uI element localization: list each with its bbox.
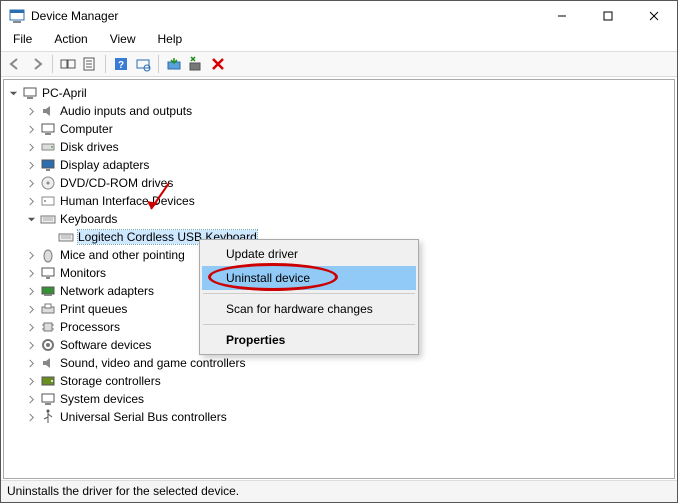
mouse-icon [40, 247, 56, 263]
titlebar: Device Manager [1, 1, 677, 31]
menu-help[interactable]: Help [154, 31, 187, 51]
chevron-right-icon[interactable] [24, 341, 38, 350]
back-button[interactable] [5, 54, 25, 74]
chevron-right-icon[interactable] [24, 377, 38, 386]
gear-icon [40, 337, 56, 353]
menu-file[interactable]: File [9, 31, 36, 51]
keyboard-icon [40, 211, 56, 227]
display-icon [40, 157, 56, 173]
disable-device-button[interactable] [208, 54, 228, 74]
close-button[interactable] [631, 1, 677, 31]
statusbar: Uninstalls the driver for the selected d… [1, 480, 677, 502]
speaker-icon [40, 355, 56, 371]
svg-text:?: ? [118, 60, 124, 71]
chevron-right-icon[interactable] [24, 107, 38, 116]
chevron-right-icon[interactable] [24, 161, 38, 170]
tree-item-sound[interactable]: Sound, video and game controllers [6, 354, 672, 372]
tree-item-audio[interactable]: Audio inputs and outputs [6, 102, 672, 120]
disk-icon [40, 139, 56, 155]
menubar: File Action View Help [1, 31, 677, 51]
forward-button[interactable] [27, 54, 47, 74]
tree-item-computer[interactable]: Computer [6, 120, 672, 138]
context-uninstall-device[interactable]: Uninstall device [202, 266, 416, 290]
menu-action[interactable]: Action [50, 31, 91, 51]
device-tree-panel: PC-April Audio inputs and outputs Comput… [3, 79, 675, 479]
context-menu: Update driver Uninstall device Scan for … [199, 239, 419, 355]
computer-icon [40, 121, 56, 137]
cpu-icon [40, 319, 56, 335]
tree-label: PC-April [42, 86, 87, 100]
computer-icon [40, 391, 56, 407]
chevron-right-icon[interactable] [24, 179, 38, 188]
network-icon [40, 283, 56, 299]
scan-hardware-button[interactable] [133, 54, 153, 74]
storage-icon [40, 373, 56, 389]
toolbar: ? [1, 51, 677, 77]
usb-icon [40, 409, 56, 425]
chevron-right-icon[interactable] [24, 305, 38, 314]
tree-item-hid[interactable]: Human Interface Devices [6, 192, 672, 210]
chevron-down-icon[interactable] [6, 89, 20, 98]
chevron-right-icon[interactable] [24, 143, 38, 152]
show-hide-tree-button[interactable] [58, 54, 78, 74]
context-update-driver[interactable]: Update driver [202, 242, 416, 266]
minimize-button[interactable] [539, 1, 585, 31]
chevron-right-icon[interactable] [24, 197, 38, 206]
menu-separator [203, 293, 415, 294]
chevron-down-icon[interactable] [24, 215, 38, 224]
app-icon [9, 8, 25, 24]
chevron-right-icon[interactable] [24, 269, 38, 278]
computer-icon [22, 85, 38, 101]
tree-item-keyboards[interactable]: Keyboards [6, 210, 672, 228]
uninstall-button[interactable] [186, 54, 206, 74]
chevron-right-icon[interactable] [24, 323, 38, 332]
tree-item-usb[interactable]: Universal Serial Bus controllers [6, 408, 672, 426]
tree-item-storage[interactable]: Storage controllers [6, 372, 672, 390]
printer-icon [40, 301, 56, 317]
monitor-icon [40, 265, 56, 281]
tree-item-disk[interactable]: Disk drives [6, 138, 672, 156]
tree-root[interactable]: PC-April [6, 84, 672, 102]
chevron-right-icon[interactable] [24, 413, 38, 422]
menu-separator [203, 324, 415, 325]
tree-item-dvd[interactable]: DVD/CD-ROM drives [6, 174, 672, 192]
keyboard-icon [58, 229, 74, 245]
help-button[interactable]: ? [111, 54, 131, 74]
hid-icon [40, 193, 56, 209]
disc-icon [40, 175, 56, 191]
chevron-right-icon[interactable] [24, 125, 38, 134]
update-driver-button[interactable] [164, 54, 184, 74]
chevron-right-icon[interactable] [24, 287, 38, 296]
chevron-right-icon[interactable] [24, 251, 38, 260]
maximize-button[interactable] [585, 1, 631, 31]
tree-item-display[interactable]: Display adapters [6, 156, 672, 174]
context-scan-hardware[interactable]: Scan for hardware changes [202, 297, 416, 321]
menu-view[interactable]: View [106, 31, 140, 51]
status-text: Uninstalls the driver for the selected d… [7, 484, 239, 498]
context-properties[interactable]: Properties [202, 328, 416, 352]
window-title: Device Manager [31, 9, 539, 23]
tree-item-system[interactable]: System devices [6, 390, 672, 408]
speaker-icon [40, 103, 56, 119]
chevron-right-icon[interactable] [24, 395, 38, 404]
properties-button[interactable] [80, 54, 100, 74]
chevron-right-icon[interactable] [24, 359, 38, 368]
